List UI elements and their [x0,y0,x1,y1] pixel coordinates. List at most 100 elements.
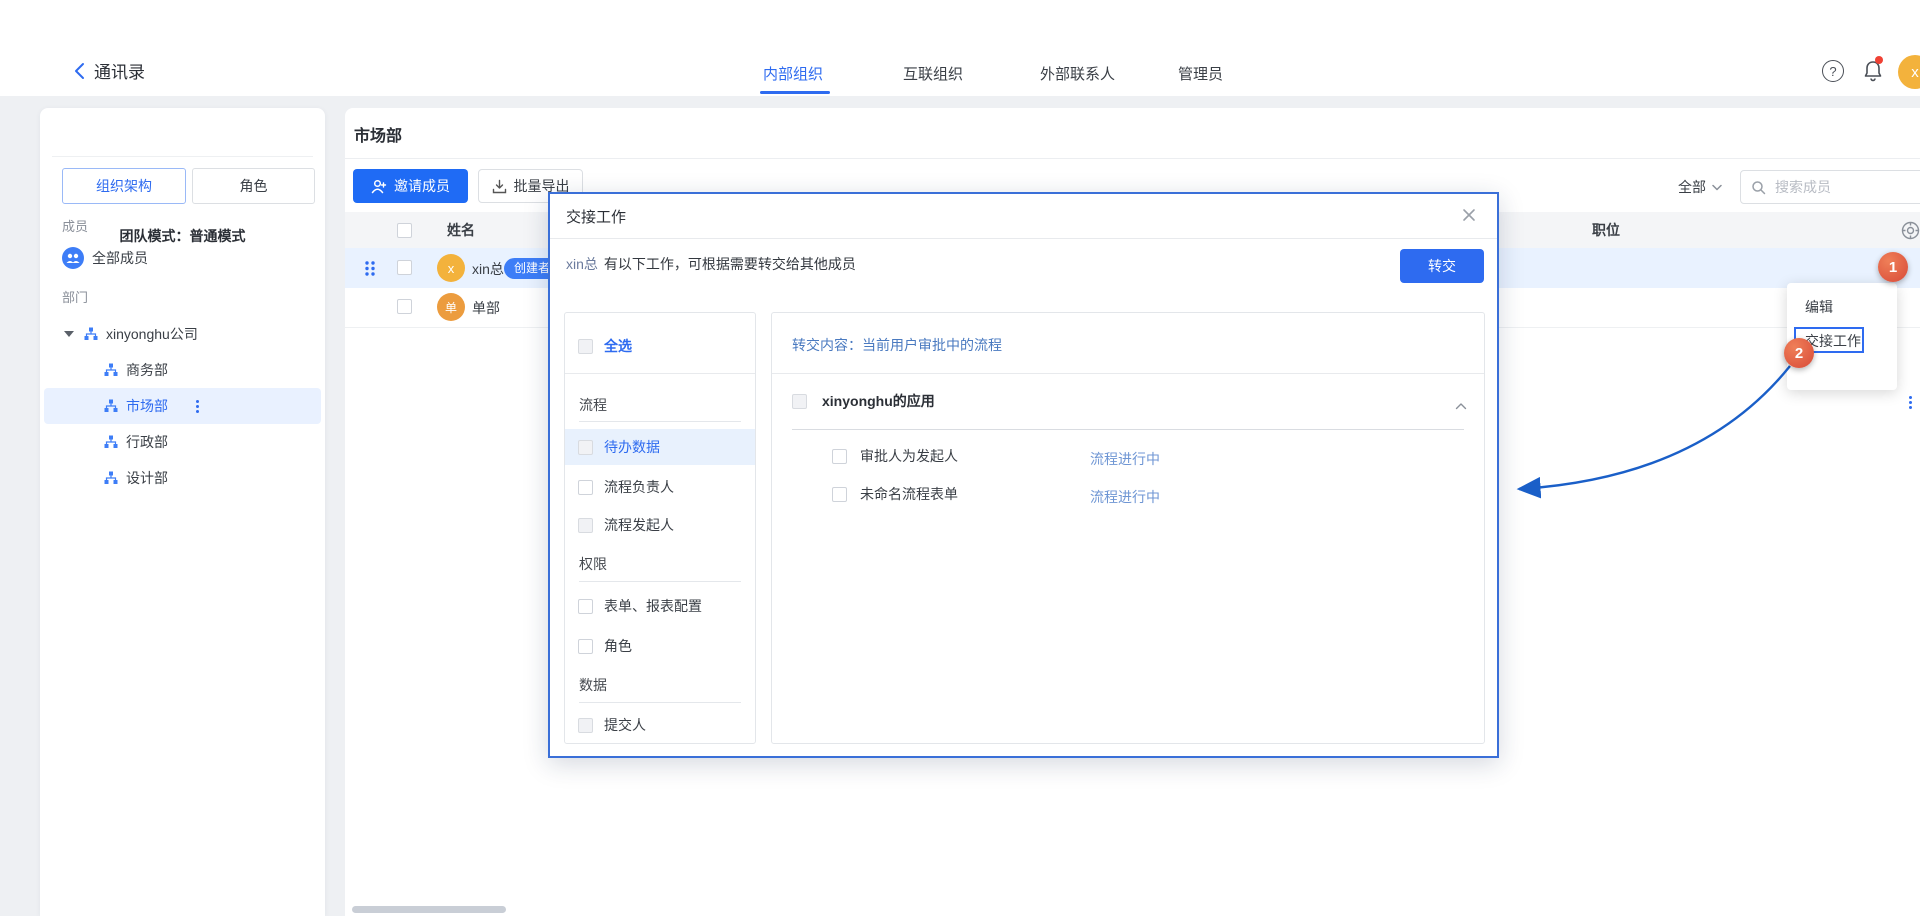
process-status: 流程进行中 [1090,487,1160,507]
notification-dot [1875,56,1883,64]
select-all-checkbox[interactable] [397,223,412,238]
sidebar: 团队模式：普通模式 组织架构 角色 成员 全部成员 部门 xinyonghu公司… [40,108,325,916]
column-settings-gear-icon[interactable] [1901,221,1920,243]
modal-subtitle: xin总有以下工作，可根据需要转交给其他成员 [566,254,856,274]
avatar: x [437,254,465,282]
category-item-process-initiator[interactable]: 流程发起人 [565,507,755,543]
item-checkbox[interactable] [578,480,593,495]
sidebar-item-all-members[interactable]: 全部成员 [40,240,325,276]
process-label: 未命名流程表单 [860,484,958,504]
search-icon [1751,180,1766,195]
dept-label: 设计部 [126,468,168,488]
notifications-button[interactable] [1860,58,1886,84]
transfer-content-header: 转交内容：当前用户审批中的流程 [792,335,1002,355]
sidebar-tab-roles[interactable]: 角色 [192,168,315,204]
category-item-role[interactable]: 角色 [565,628,755,664]
category-item-form-report-config[interactable]: 表单、报表配置 [565,588,755,624]
row-checkbox[interactable] [397,260,412,275]
section-label-data: 数据 [579,675,607,695]
tree-node-dept-business[interactable]: 商务部 [40,352,325,388]
menu-item-edit[interactable]: 编辑 [1805,296,1833,318]
select-all-row[interactable]: 全选 [565,328,755,364]
company-label: xinyonghu公司 [106,324,198,344]
invite-person-icon [371,179,387,194]
process-status: 流程进行中 [1090,449,1160,469]
process-row[interactable]: 未命名流程表单 [832,484,958,504]
annotation-step-1: 1 [1878,252,1908,282]
sidebar-tab-org-structure[interactable]: 组织架构 [62,168,186,204]
tab-connected-org[interactable]: 互联组织 [903,62,963,88]
column-header-position: 职位 [1592,220,1620,240]
all-members-label: 全部成员 [92,248,148,268]
app-group-title: xinyonghu的应用 [822,391,935,411]
row-context-menu: 编辑 交接工作 [1787,283,1897,390]
item-checkbox[interactable] [578,599,593,614]
chevron-down-icon [1712,184,1722,191]
filter-dropdown[interactable]: 全部 [1678,170,1722,204]
app-group-row[interactable]: xinyonghu的应用 [792,391,935,411]
item-checkbox[interactable] [578,440,593,455]
invite-member-label: 邀请成员 [394,176,450,196]
item-label: 角色 [604,636,632,656]
row-more-icon[interactable] [1909,396,1912,409]
top-bar: 通讯录 内部组织 互联组织 外部联系人 管理员 ? x [0,0,1920,96]
member-name: 单部 [472,298,500,318]
item-label: 提交人 [604,715,646,735]
back-button[interactable]: 通讯录 [74,58,145,83]
caret-down-icon[interactable] [64,331,74,337]
tree-node-company[interactable]: xinyonghu公司 [40,316,325,352]
all-members-icon [62,247,84,269]
category-item-todo-data[interactable]: 待办数据 [565,429,755,465]
download-icon [492,179,507,194]
dept-page-title: 市场部 [354,122,402,146]
section-underline [579,702,741,703]
screen: 通讯录 内部组织 互联组织 外部联系人 管理员 ? x 团队模式：普通模式 组织… [0,0,1920,916]
category-item-process-owner[interactable]: 流程负责人 [565,469,755,505]
tree-node-dept-design[interactable]: 设计部 [40,460,325,496]
drag-handle-icon[interactable] [364,260,376,280]
help-icon: ? [1822,60,1844,82]
avatar: 单 [437,293,465,321]
handover-modal: 交接工作 xin总有以下工作，可根据需要转交给其他成员 转交 全选 流程 待办数… [548,192,1499,758]
panel-divider [565,373,755,374]
dept-label: 市场部 [126,396,168,416]
dept-more-icon[interactable] [196,400,199,413]
group-checkbox[interactable] [792,394,807,409]
item-label: 表单、报表配置 [604,596,702,616]
horizontal-scrollbar-thumb[interactable] [352,906,506,913]
tree-node-dept-market[interactable]: 市场部 [40,388,325,424]
invite-member-button[interactable]: 邀请成员 [353,169,468,203]
select-all-label: 全选 [604,336,632,356]
process-checkbox[interactable] [832,449,847,464]
title-divider [345,158,1920,159]
tree-node-dept-admin[interactable]: 行政部 [40,424,325,460]
search-input[interactable] [1773,178,1917,196]
process-label: 审批人为发起人 [860,446,958,466]
item-checkbox[interactable] [578,639,593,654]
transfer-button[interactable]: 转交 [1400,249,1484,283]
modal-subtitle-text: 有以下工作，可根据需要转交给其他成员 [604,256,856,272]
item-label: 流程发起人 [604,515,674,535]
row-checkbox[interactable] [397,299,412,314]
filter-dropdown-value: 全部 [1678,177,1706,197]
chevron-up-icon[interactable] [1455,397,1467,413]
panel-divider [772,373,1484,374]
tab-admin[interactable]: 管理员 [1178,62,1223,88]
back-chevron-icon [74,62,85,80]
category-item-submitter[interactable]: 提交人 [565,707,755,743]
member-search [1740,170,1920,204]
org-icon [104,471,118,485]
help-button[interactable]: ? [1820,58,1846,84]
process-row[interactable]: 审批人为发起人 [832,446,958,466]
tab-internal-org[interactable]: 内部组织 [763,62,823,88]
item-checkbox[interactable] [578,718,593,733]
item-checkbox[interactable] [578,518,593,533]
process-checkbox[interactable] [832,487,847,502]
tab-external-contacts[interactable]: 外部联系人 [1040,62,1115,88]
column-header-name: 姓名 [447,220,475,240]
select-all-checkbox[interactable] [578,339,593,354]
user-avatar[interactable]: x [1898,55,1920,89]
org-icon [104,435,118,449]
section-label-permission: 权限 [579,554,607,574]
modal-close-button[interactable] [1459,205,1479,225]
